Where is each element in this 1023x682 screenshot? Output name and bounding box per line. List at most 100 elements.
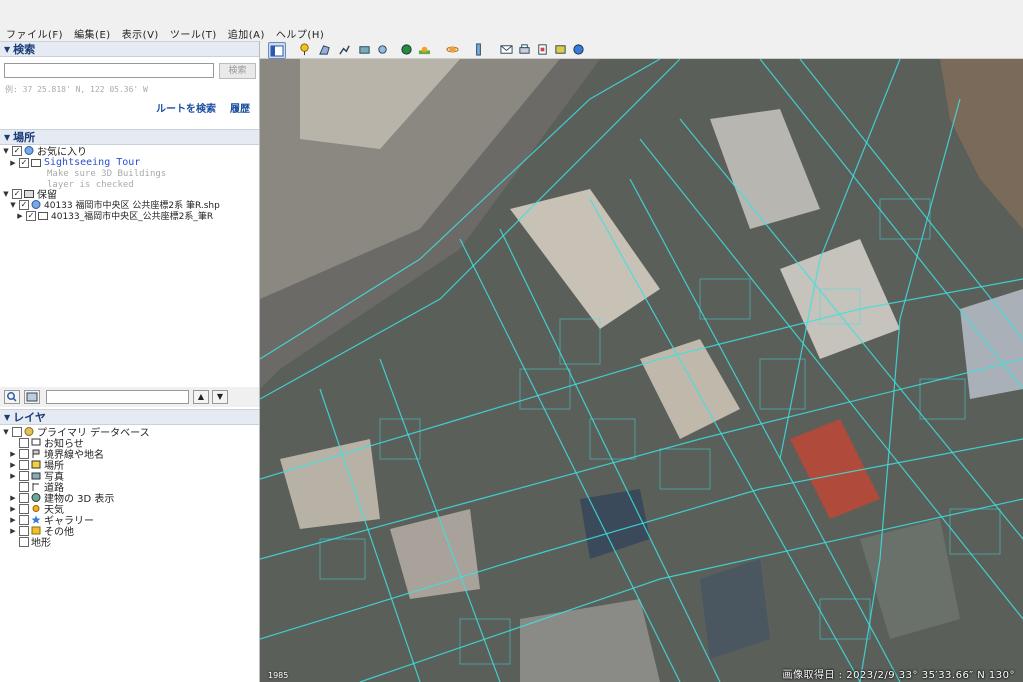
arrow-up-icon: ▲ [197,392,205,401]
panel-toggle-button[interactable] [24,390,40,404]
checkbox-checked[interactable]: ✓ [12,145,22,156]
image-overlay-icon [358,46,370,54]
expand-right-icon[interactable]: ▶ [9,494,17,502]
checkbox[interactable] [19,492,29,503]
search-panel-header[interactable]: ▼ 検索 [0,41,259,57]
menu-add[interactable]: 追加(A) [228,26,265,41]
expand-down-icon[interactable]: ▼ [9,201,17,209]
expand-right-icon[interactable]: ▶ [9,472,17,480]
checkbox[interactable] [19,536,29,547]
email-button[interactable] [498,42,514,57]
move-up-button[interactable]: ▲ [193,390,209,404]
view-in-maps-button[interactable] [552,42,568,57]
tour-note-line1: Make sure 3D Buildings [47,168,167,179]
earth-icon [572,44,584,55]
checkbox[interactable] [19,514,29,525]
map-icon [554,45,566,54]
menu-file[interactable]: ファイル(F) [6,26,63,41]
checkbox-checked[interactable]: ✓ [12,188,22,199]
sun-weather-icon [32,505,40,512]
places-panel-title: 場所 [13,131,36,144]
expand-right-icon[interactable]: ▶ [9,527,17,535]
search-input[interactable] [4,63,214,78]
polygon-icon [318,45,330,55]
expand-right-icon[interactable]: ▶ [9,450,17,458]
layers-panel-title: レイヤ [13,411,46,424]
clock-globe-icon [400,44,412,55]
tree-item-favorites[interactable]: ▼ ✓ お気に入り [2,145,87,158]
menu-tools[interactable]: ツール(T) [170,26,217,41]
tour-camera-icon [377,45,387,54]
move-down-button[interactable]: ▼ [212,390,228,404]
sidebar-icon [270,45,284,56]
collapse-triangle-icon[interactable]: ▼ [4,133,10,142]
add-placemark-button[interactable] [296,42,312,57]
expand-right-icon[interactable]: ▶ [9,159,17,167]
menu-help[interactable]: ヘルプ(H) [276,26,324,41]
search-button[interactable]: 検索 [219,63,256,79]
expand-right-icon[interactable]: ▶ [9,461,17,469]
planets-button[interactable] [444,42,460,57]
expand-down-icon[interactable]: ▼ [2,147,10,155]
expand-right-icon[interactable]: ▶ [9,516,17,524]
search-panel-title: 検索 [13,43,36,56]
print-button[interactable] [516,42,532,57]
map-view[interactable]: 1985 画像取得日 : 2023/2/9 33° 35′33.66″ N 13… [260,59,1023,682]
add-path-button[interactable] [336,42,352,57]
checkbox[interactable] [19,470,29,481]
expand-right-icon[interactable]: ▶ [9,505,17,513]
menu-edit[interactable]: 編集(E) [74,26,111,41]
earth-view-button[interactable] [570,42,586,57]
ruler-button[interactable] [470,42,486,57]
expand-down-icon[interactable]: ▼ [2,190,10,198]
history-link[interactable]: 履歴 [230,100,250,115]
historical-imagery-button[interactable] [398,42,414,57]
sunlight-icon [418,46,430,55]
layer-item[interactable]: 地形 [9,536,51,549]
layers-panel-header[interactable]: ▼ レイヤ [0,409,259,425]
route-search-link[interactable]: ルートを検索 [156,100,216,115]
search-places-button[interactable] [4,390,20,404]
collapse-triangle-icon[interactable]: ▼ [4,413,10,422]
arrow-down-icon: ▼ [216,392,224,401]
places-icon [31,460,41,469]
map-toolbar [260,41,1023,59]
collapse-triangle-icon[interactable]: ▼ [4,45,10,54]
checkbox[interactable] [19,437,29,448]
checkbox-checked[interactable]: ✓ [19,199,29,210]
checkbox-checked[interactable]: ✓ [26,210,36,221]
aerial-imagery [260,59,1023,682]
expand-right-icon[interactable]: ▶ [16,212,24,220]
add-overlay-button[interactable] [356,42,372,57]
search-example-text: 例: 37 25.818' N, 122 05.36' W [5,85,148,94]
borders-flag-icon [32,449,40,458]
magnifier-icon [7,392,17,402]
tree-label: Sightseeing Tour [44,157,141,168]
checkbox-checked[interactable]: ✓ [19,157,29,168]
add-polygon-button[interactable] [316,42,332,57]
record-tour-button[interactable] [374,42,390,57]
globe-folder-icon [24,146,34,155]
sidebar-toggle-button[interactable] [268,42,286,59]
checkbox[interactable] [19,459,29,470]
globe-folder-icon [31,200,41,209]
3d-buildings-icon [31,493,41,502]
checkbox[interactable] [19,448,29,459]
checkbox[interactable] [19,481,29,492]
expand-down-icon[interactable]: ▼ [2,428,10,436]
menu-view[interactable]: 表示(V) [122,26,159,41]
sunlight-button[interactable] [416,42,432,57]
save-icon [537,44,547,55]
tree-item-tour[interactable]: ▶ ✓ Sightseeing Tour [9,157,140,168]
save-image-button[interactable] [534,42,550,57]
checkbox[interactable] [19,525,29,536]
panel-icon [26,392,38,402]
places-mini-toolbar: ▲ ▼ [0,387,259,407]
title-bar [0,0,1023,26]
tour-note-line2: layer is checked [47,179,134,190]
tree-item-folder[interactable]: ▶ ✓ 40133_福岡市中央区_公共座標2系_筆R [16,210,214,222]
checkbox[interactable] [19,503,29,514]
tree-label: 40133_福岡市中央区_公共座標2系_筆R [51,212,214,222]
checkbox-partial[interactable] [12,426,22,437]
places-filter-input[interactable] [46,390,189,404]
